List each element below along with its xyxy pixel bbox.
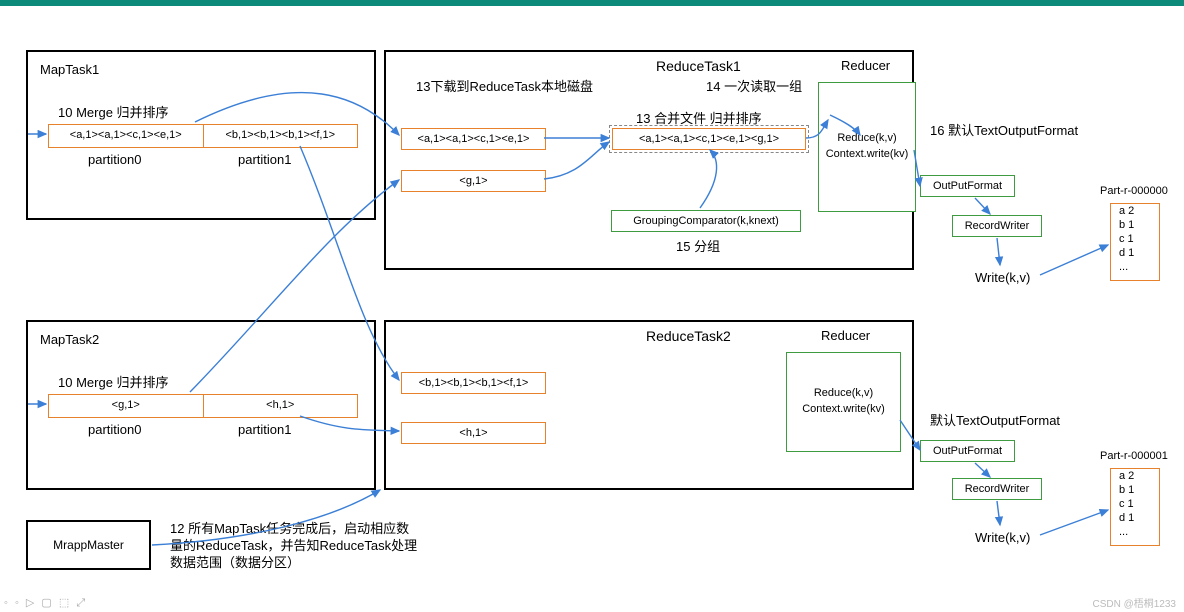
partfile2-l1: b 1 (1111, 483, 1159, 497)
writekv2: Write(k,v) (975, 530, 1030, 545)
maptask2-container: MapTask2 10 Merge 归并排序 <g,1> <h,1> parti… (26, 320, 376, 490)
recordwriter1: RecordWriter (952, 215, 1042, 237)
maptask2-p0: <g,1> (49, 395, 204, 417)
maptask1-p0-label: partition0 (88, 152, 141, 167)
partfile1-l3: d 1 (1111, 246, 1159, 260)
maptask1-p1-label: partition1 (238, 152, 291, 167)
reducetask1-group-label: 15 分组 (676, 236, 720, 255)
maptask1-p1: <b,1><b,1><b,1><f,1> (204, 125, 358, 147)
reducetask1-file1: <a,1><a,1><c,1><e,1> (401, 128, 546, 150)
partfile2: a 2 b 1 c 1 d 1 ... (1110, 468, 1160, 546)
reducer1-title: Reducer (841, 58, 890, 73)
partfile1-name: Part-r-000000 (1100, 185, 1168, 197)
partfile2-l2: c 1 (1111, 497, 1159, 511)
reducetask1-download-label: 13下载到ReduceTask本地磁盘 (416, 76, 593, 95)
partfile2-l4: ... (1111, 525, 1159, 539)
reducetask1-title: ReduceTask1 (656, 58, 741, 74)
reducetask1-readgroup-label: 14 一次读取一组 (706, 76, 802, 95)
reducer1-line1: Reduce(k,v) (818, 132, 916, 144)
reducer2-line1: Reduce(k,v) (786, 387, 901, 399)
maptask2-merge-label: 10 Merge 归并排序 (58, 372, 169, 391)
outputformat2: OutPutFormat (920, 440, 1015, 462)
reducetask1-container: ReduceTask1 13下载到ReduceTask本地磁盘 14 一次读取一… (384, 50, 914, 270)
maptask1-partitions: <a,1><a,1><c,1><e,1> <b,1><b,1><b,1><f,1… (48, 124, 358, 148)
reducetask2-title: ReduceTask2 (646, 328, 731, 344)
grouping-comparator: GroupingComparator(k,knext) (611, 210, 801, 232)
maptask2-partitions: <g,1> <h,1> (48, 394, 358, 418)
partfile2-l0: a 2 (1111, 469, 1159, 483)
partfile1: a 2 b 1 c 1 d 1 ... (1110, 203, 1160, 281)
watermark: CSDN @梧桐1233 (1092, 595, 1176, 610)
mrappmaster-box: MrappMaster (26, 520, 151, 570)
top-bar (0, 0, 1184, 6)
reducer2-title: Reducer (821, 328, 870, 343)
reducer1-line2: Context.write(kv) (818, 148, 916, 160)
reducetask2-file1: <b,1><b,1><b,1><f,1> (401, 372, 546, 394)
reducetask2-file2: <h,1> (401, 422, 546, 444)
partfile2-name: Part-r-000001 (1100, 450, 1168, 462)
partfile1-l4: ... (1111, 260, 1159, 274)
outputformat1: OutPutFormat (920, 175, 1015, 197)
reducer2-box (786, 352, 901, 452)
reducer1-box (818, 82, 916, 212)
mrappmaster-title: MrappMaster (53, 538, 124, 552)
partfile1-l0: a 2 (1111, 204, 1159, 218)
reducetask1-file2: <g,1> (401, 170, 546, 192)
reducetask2-container: ReduceTask2 <b,1><b,1><b,1><f,1> <h,1> R… (384, 320, 914, 490)
partfile2-l3: d 1 (1111, 511, 1159, 525)
output-default-1: 16 默认TextOutputFormat (930, 120, 1078, 139)
writekv1: Write(k,v) (975, 270, 1030, 285)
reducetask1-merged: <a,1><a,1><c,1><e,1><g,1> (612, 128, 806, 150)
output-default-2: 默认TextOutputFormat (930, 410, 1060, 429)
partfile1-l2: c 1 (1111, 232, 1159, 246)
recordwriter2: RecordWriter (952, 478, 1042, 500)
maptask2-p1: <h,1> (204, 395, 358, 417)
maptask1-title: MapTask1 (40, 62, 99, 77)
footer-icons: ◦ ◦ ▷ ▢ ⬚ ⤢ (4, 596, 87, 610)
partfile1-l1: b 1 (1111, 218, 1159, 232)
mrappmaster-note: 12 所有MapTask任务完成后，启动相应数量的ReduceTask，并告知R… (170, 520, 420, 571)
maptask1-container: MapTask1 10 Merge 归并排序 <a,1><a,1><c,1><e… (26, 50, 376, 220)
maptask2-title: MapTask2 (40, 332, 99, 347)
maptask2-p0-label: partition0 (88, 422, 141, 437)
maptask2-p1-label: partition1 (238, 422, 291, 437)
maptask1-merge-label: 10 Merge 归并排序 (58, 102, 169, 121)
maptask1-p0: <a,1><a,1><c,1><e,1> (49, 125, 204, 147)
reducer2-line2: Context.write(kv) (786, 403, 901, 415)
